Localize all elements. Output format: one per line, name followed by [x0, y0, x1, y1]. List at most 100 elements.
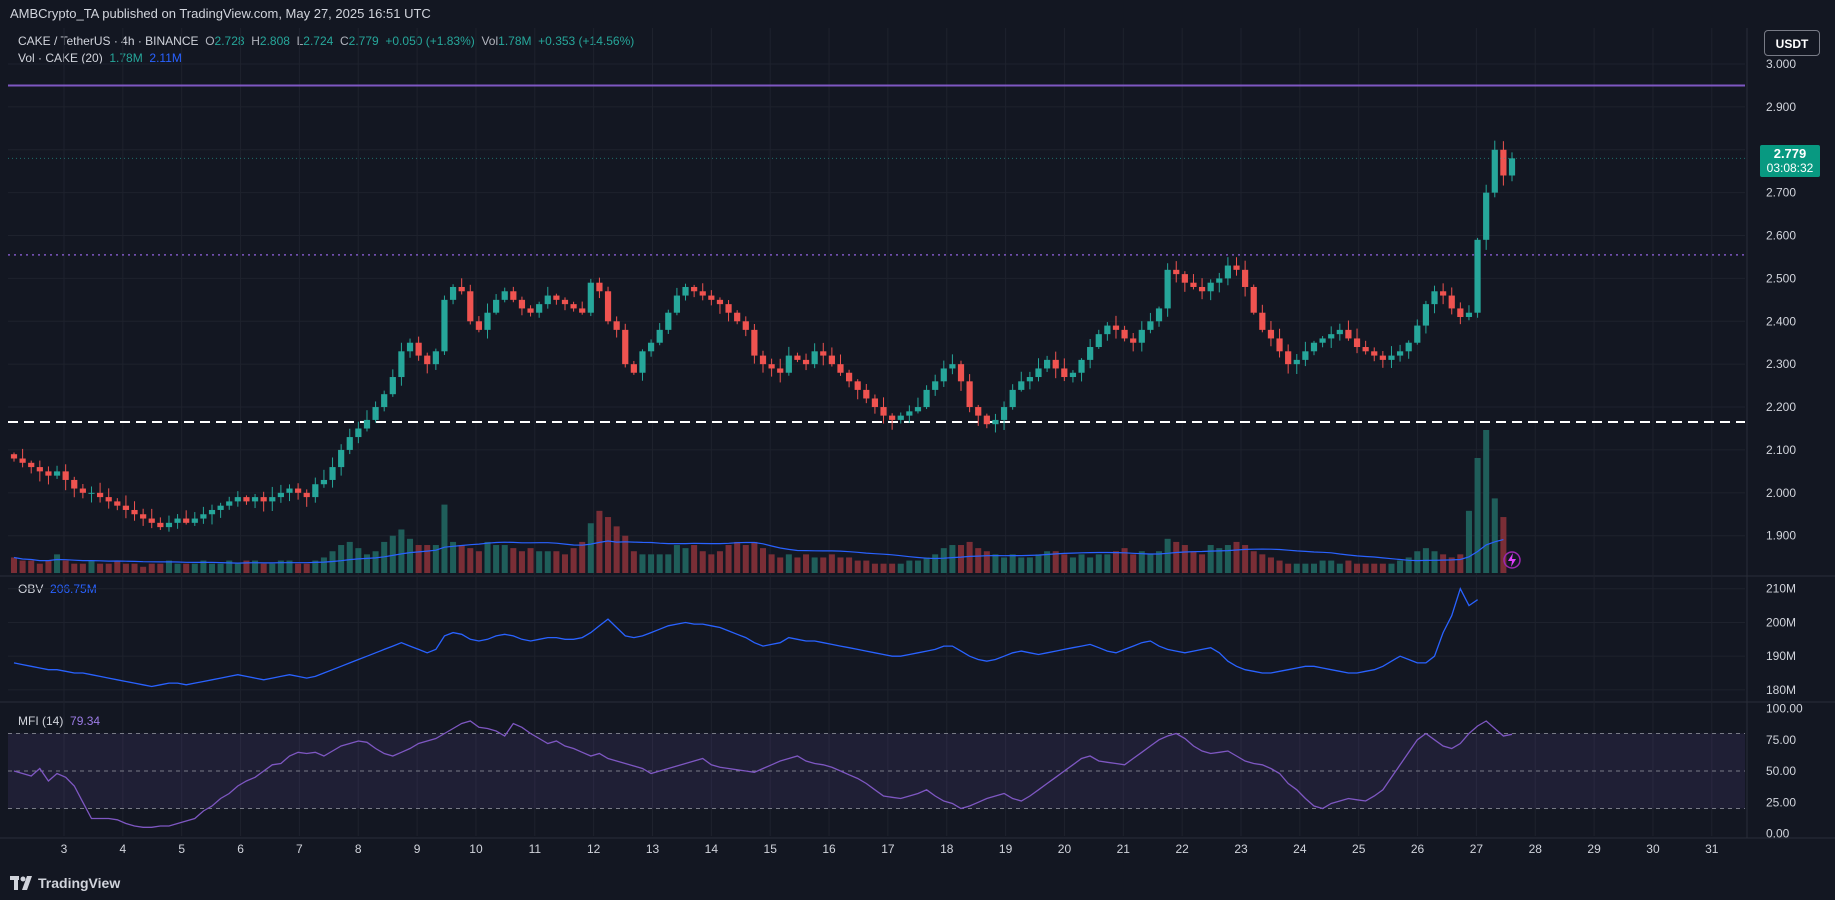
candle — [19, 458, 26, 463]
candle — [363, 419, 371, 429]
volume-bar — [1069, 557, 1076, 573]
candle — [1026, 377, 1033, 382]
candle — [665, 312, 672, 330]
volume-bar — [88, 560, 95, 573]
volume-bar — [1078, 554, 1085, 573]
volume-bar — [932, 554, 939, 573]
volume-bar — [725, 545, 732, 573]
volume-bar — [630, 551, 637, 573]
candle — [725, 304, 732, 313]
price-axis-label: 1.900 — [1766, 529, 1796, 543]
volume-bar — [527, 548, 534, 573]
volume-bar — [1267, 557, 1274, 573]
candle — [1353, 338, 1361, 348]
candle — [1491, 149, 1498, 193]
volume-bar — [441, 504, 448, 573]
volume-bar — [1224, 545, 1231, 573]
volume-bar — [983, 551, 990, 573]
price-axis-label: 2.700 — [1766, 186, 1796, 200]
x-tick-label: 9 — [414, 842, 421, 856]
candle — [1483, 192, 1490, 240]
volume-bar — [208, 563, 216, 573]
tradingview-logo[interactable]: TradingView — [10, 872, 120, 894]
volume-bar — [579, 541, 586, 573]
candle — [424, 355, 431, 365]
volume-bar — [648, 554, 655, 573]
candle — [62, 471, 69, 480]
volume-bar — [854, 560, 861, 573]
candle — [1000, 407, 1008, 420]
candle — [96, 492, 104, 498]
volume-bar — [1259, 554, 1266, 573]
candle — [1276, 338, 1283, 352]
volume-bar — [759, 548, 767, 573]
volume-bar — [1397, 560, 1404, 573]
volume-bar — [183, 563, 190, 573]
x-tick-label: 16 — [822, 842, 836, 856]
candle — [312, 484, 319, 498]
candle — [647, 342, 655, 352]
x-tick-label: 3 — [61, 842, 68, 856]
volume-bar — [114, 560, 121, 573]
candle — [1061, 368, 1068, 378]
volume-bar — [407, 538, 414, 573]
volume-bar — [570, 548, 577, 573]
candle — [1052, 359, 1059, 369]
volume-bar — [45, 560, 52, 573]
x-tick-label: 5 — [178, 842, 185, 856]
candle — [1379, 355, 1386, 360]
volume-bar — [320, 557, 327, 573]
volume-bar — [1483, 430, 1490, 573]
candle — [1242, 269, 1249, 287]
candle — [1259, 312, 1266, 330]
candle — [1095, 334, 1102, 348]
volume-bar — [777, 557, 784, 573]
candle — [303, 492, 310, 498]
volume-bar — [957, 545, 965, 573]
candle — [269, 497, 276, 502]
tradingview-brand: TradingView — [38, 875, 121, 891]
candle — [1474, 239, 1481, 313]
candle — [949, 364, 956, 369]
candle — [1104, 325, 1111, 335]
candle — [656, 329, 663, 343]
candle — [1310, 342, 1318, 352]
candle — [768, 364, 775, 369]
volume-bar — [493, 545, 500, 573]
volume-bar — [768, 554, 775, 573]
candle — [527, 308, 534, 313]
candle — [587, 282, 594, 313]
candle — [897, 415, 904, 420]
volume-bar — [1336, 563, 1343, 573]
x-tick-label: 21 — [1117, 842, 1131, 856]
volume-bar — [1026, 557, 1033, 573]
candle — [1267, 329, 1275, 339]
mfi-axis-label: 0.00 — [1766, 827, 1790, 841]
last-price: 2.779 — [1773, 146, 1807, 161]
volume-bar — [1328, 560, 1335, 573]
volume-bar — [424, 545, 431, 573]
volume-bar — [1190, 551, 1197, 573]
candle — [475, 321, 482, 330]
candle — [157, 522, 164, 528]
lightning-bolt-shape — [1508, 553, 1516, 567]
candle — [1285, 351, 1292, 365]
price-axis-label: 2.200 — [1766, 400, 1796, 414]
volume-bar — [475, 551, 482, 573]
candle — [1121, 329, 1128, 339]
volume-bar — [716, 551, 723, 573]
volume-bar — [639, 554, 646, 573]
candle — [449, 286, 457, 300]
candle — [114, 501, 121, 506]
candle — [785, 355, 792, 373]
chart-canvas[interactable]: 3 4 5 6 7 8 9 10 11 12 13 14 15 16 17 18 19 20 21 22 23 24 25 2… — [0, 0, 1835, 870]
volume-bar — [682, 548, 689, 573]
currency-button[interactable]: USDT — [1764, 30, 1820, 56]
volume-bar — [303, 563, 310, 573]
candle — [122, 505, 130, 510]
candle — [1130, 338, 1137, 343]
candle — [622, 329, 629, 365]
volume-bar — [751, 541, 758, 573]
volume-bar — [803, 554, 810, 573]
candle — [174, 518, 181, 523]
